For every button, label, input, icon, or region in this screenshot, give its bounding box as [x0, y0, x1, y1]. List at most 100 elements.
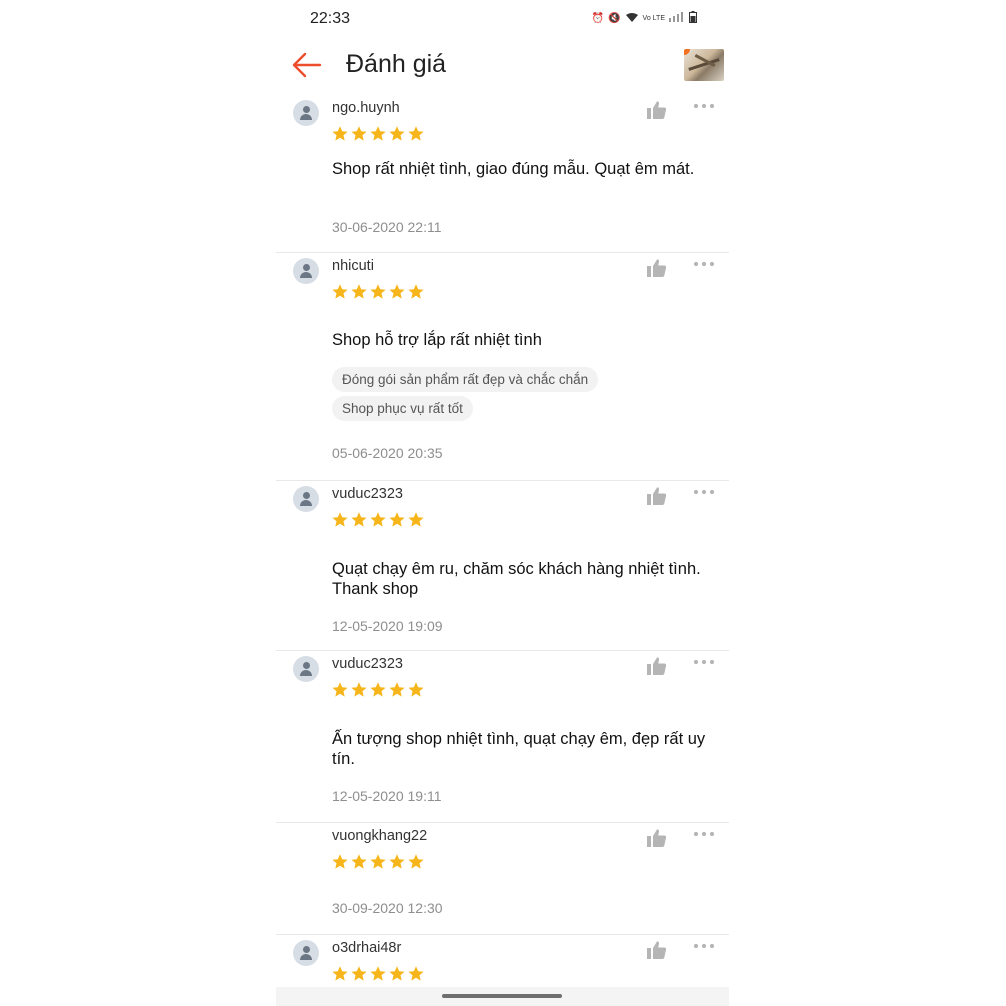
review-text: Shop hỗ trợ lắp rất nhiệt tình: [332, 331, 542, 349]
star-icon: [370, 854, 386, 869]
star-icon: [389, 966, 405, 981]
rating-stars: [331, 853, 425, 870]
more-horizontal-icon: [693, 103, 715, 109]
thumbs-up-icon: [647, 941, 667, 959]
review-item: vuongkhang22 30-09-2020 12:30: [276, 822, 729, 935]
more-options-button[interactable]: [692, 939, 716, 953]
more-horizontal-icon: [693, 831, 715, 837]
star-icon: [408, 682, 424, 697]
rating-stars: [331, 681, 425, 698]
thumbs-up-icon: [647, 101, 667, 119]
thumbs-up-icon: [647, 657, 667, 675]
more-options-button[interactable]: [692, 827, 716, 841]
review-text: Ấn tượng shop nhiệt tình, quạt chạy êm, …: [332, 730, 706, 768]
review-username[interactable]: ngo.huynh: [332, 100, 400, 116]
star-icon: [389, 284, 405, 299]
star-icon: [408, 854, 424, 869]
phone-screen: 22:33 ⏰ 🔇 Vo LTE Đánh giá ngo.huynh Shop…: [276, 0, 729, 1006]
review-item: vuduc2323 Quạt chạy êm ru, chăm sóc khách…: [276, 480, 729, 651]
avatar[interactable]: [293, 258, 319, 284]
more-options-button[interactable]: [692, 655, 716, 669]
star-icon: [351, 284, 367, 299]
back-button[interactable]: [290, 50, 324, 80]
page-title: Đánh giá: [346, 50, 447, 78]
rating-stars: [331, 283, 425, 300]
like-button[interactable]: [646, 656, 668, 676]
review-username[interactable]: vuduc2323: [332, 486, 403, 502]
star-icon: [332, 512, 348, 527]
star-icon: [351, 966, 367, 981]
like-button[interactable]: [646, 486, 668, 506]
avatar[interactable]: [293, 940, 319, 966]
star-icon: [389, 126, 405, 141]
review-username[interactable]: vuongkhang22: [332, 828, 427, 844]
mute-icon: 🔇: [608, 13, 621, 24]
review-text: Shop rất nhiệt tình, giao đúng mẫu. Quạt…: [332, 160, 695, 178]
more-horizontal-icon: [693, 659, 715, 665]
avatar[interactable]: [293, 100, 319, 126]
product-thumbnail[interactable]: [684, 49, 724, 81]
thumbs-up-icon: [647, 829, 667, 847]
volte-icon: Vo LTE: [642, 15, 665, 22]
review-text: Quạt chạy êm ru, chăm sóc khách hàng nhi…: [332, 560, 701, 598]
more-horizontal-icon: [693, 943, 715, 949]
review-username[interactable]: o3drhai48r: [332, 940, 401, 956]
star-icon: [408, 512, 424, 527]
star-icon: [370, 682, 386, 697]
status-bar: 22:33 ⏰ 🔇 Vo LTE: [276, 0, 729, 38]
like-button[interactable]: [646, 828, 668, 848]
status-icons: ⏰ 🔇 Vo LTE: [592, 11, 697, 26]
rating-stars: [331, 511, 425, 528]
avatar[interactable]: [293, 486, 319, 512]
star-icon: [370, 126, 386, 141]
battery-icon: [689, 11, 697, 26]
status-time: 22:33: [310, 10, 351, 27]
signal-icon: [669, 12, 685, 25]
thumbs-up-icon: [647, 259, 667, 277]
star-icon: [332, 284, 348, 299]
star-icon: [332, 126, 348, 141]
star-icon: [351, 126, 367, 141]
star-icon: [389, 512, 405, 527]
review-tags: Đóng gói sản phẩm rất đẹp và chắc chắn Sh…: [332, 367, 599, 425]
review-tag: Đóng gói sản phẩm rất đẹp và chắc chắn: [332, 367, 599, 392]
more-options-button[interactable]: [692, 485, 716, 499]
review-item: nhicuti Shop hỗ trợ lắp rất nhiệt tình Đón…: [276, 252, 729, 481]
thumbs-up-icon: [647, 487, 667, 505]
review-item: ngo.huynh Shop rất nhiệt tình, giao đúng …: [276, 94, 729, 253]
star-icon: [408, 284, 424, 299]
arrow-left-icon: [292, 52, 322, 78]
star-icon: [389, 682, 405, 697]
review-item: vuduc2323 Ấn tượng shop nhiệt tình, quạt …: [276, 650, 729, 823]
alarm-icon: ⏰: [591, 13, 605, 24]
star-icon: [332, 854, 348, 869]
star-icon: [351, 854, 367, 869]
star-icon: [332, 966, 348, 981]
star-icon: [332, 682, 348, 697]
star-icon: [408, 126, 424, 141]
avatar[interactable]: [293, 656, 319, 682]
review-username[interactable]: nhicuti: [332, 258, 374, 274]
more-horizontal-icon: [693, 489, 715, 495]
like-button[interactable]: [646, 940, 668, 960]
star-icon: [408, 966, 424, 981]
star-icon: [351, 512, 367, 527]
review-date: 30-06-2020 22:11: [332, 219, 442, 235]
star-icon: [370, 512, 386, 527]
review-username[interactable]: vuduc2323: [332, 656, 403, 672]
review-date: 12-05-2020 19:11: [332, 788, 442, 804]
review-date: 30-09-2020 12:30: [332, 900, 443, 916]
review-tag: Shop phục vụ rất tốt: [332, 396, 473, 421]
star-icon: [370, 284, 386, 299]
like-button[interactable]: [646, 100, 668, 120]
wifi-icon: [625, 12, 639, 26]
more-options-button[interactable]: [692, 99, 716, 113]
star-icon: [389, 854, 405, 869]
more-options-button[interactable]: [692, 257, 716, 271]
like-button[interactable]: [646, 258, 668, 278]
star-icon: [351, 682, 367, 697]
rating-stars: [331, 125, 425, 142]
more-horizontal-icon: [693, 261, 715, 267]
app-bar: Đánh giá: [276, 38, 729, 94]
home-indicator[interactable]: [442, 994, 562, 998]
